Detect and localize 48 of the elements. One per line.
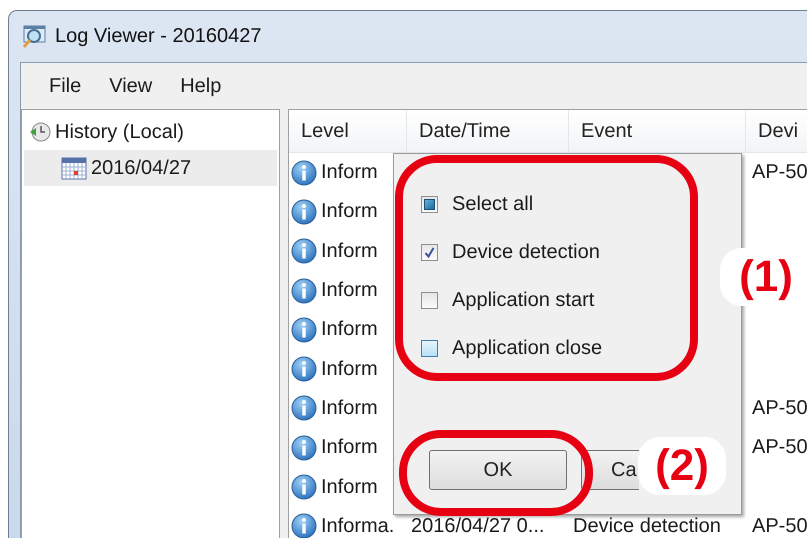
- info-icon: [291, 356, 317, 382]
- info-icon: [291, 434, 317, 461]
- info-icon: [291, 474, 317, 500]
- tree-item[interactable]: 2016/04/27: [24, 150, 277, 186]
- column-header[interactable]: Devi: [746, 110, 807, 152]
- table-cell: Inform: [321, 240, 378, 263]
- tree-item[interactable]: History (Local): [24, 114, 277, 150]
- checkbox[interactable]: [421, 340, 438, 356]
- magnifier-icon: [21, 24, 47, 50]
- clock-icon: [28, 120, 52, 144]
- menu-item[interactable]: View: [97, 70, 168, 102]
- table-cell: Informa.: [321, 514, 394, 538]
- info-icon: [291, 316, 317, 343]
- checkbox-option[interactable]: Select all: [421, 180, 534, 228]
- table-cell: Inform: [321, 358, 378, 381]
- table-cell: Device detection: [573, 514, 721, 538]
- table-cell: Inform: [321, 161, 378, 184]
- table-cell: Inform: [321, 279, 378, 302]
- menu-item[interactable]: Help: [168, 70, 238, 102]
- window-title: Log Viewer - 20160427: [55, 25, 262, 48]
- table-cell: AP-50: [752, 514, 807, 538]
- info-icon: [291, 238, 317, 264]
- checkbox[interactable]: [421, 244, 438, 260]
- info-icon: [291, 395, 317, 422]
- calendar-icon: [60, 155, 88, 181]
- checkbox-option[interactable]: Application close: [421, 324, 602, 372]
- checkbox-option[interactable]: Application start: [421, 276, 594, 324]
- column-header[interactable]: Event: [569, 110, 746, 152]
- checkbox[interactable]: [421, 292, 438, 308]
- checkbox[interactable]: [421, 196, 438, 212]
- table-cell: Inform: [321, 476, 378, 499]
- table-cell: Inform: [321, 318, 378, 342]
- callout-label: (2): [638, 437, 726, 495]
- table-cell: 2016/04/27 0...: [411, 514, 544, 538]
- column-header[interactable]: Date/Time: [407, 110, 569, 152]
- table-cell: AP-50: [752, 436, 807, 460]
- info-icon: [291, 198, 317, 225]
- table-cell: Inform: [321, 396, 378, 420]
- table-cell: AP-50: [752, 161, 807, 184]
- checkbox-option[interactable]: Device detection: [421, 228, 600, 276]
- column-header[interactable]: Level: [289, 110, 407, 152]
- table-cell: Inform: [321, 200, 378, 224]
- info-icon: [291, 160, 317, 186]
- menu-item[interactable]: File: [37, 70, 98, 102]
- table-cell: AP-50: [752, 396, 807, 420]
- info-icon: [291, 278, 317, 304]
- table-cell: Inform: [321, 436, 378, 460]
- ok-button[interactable]: OK: [429, 450, 567, 490]
